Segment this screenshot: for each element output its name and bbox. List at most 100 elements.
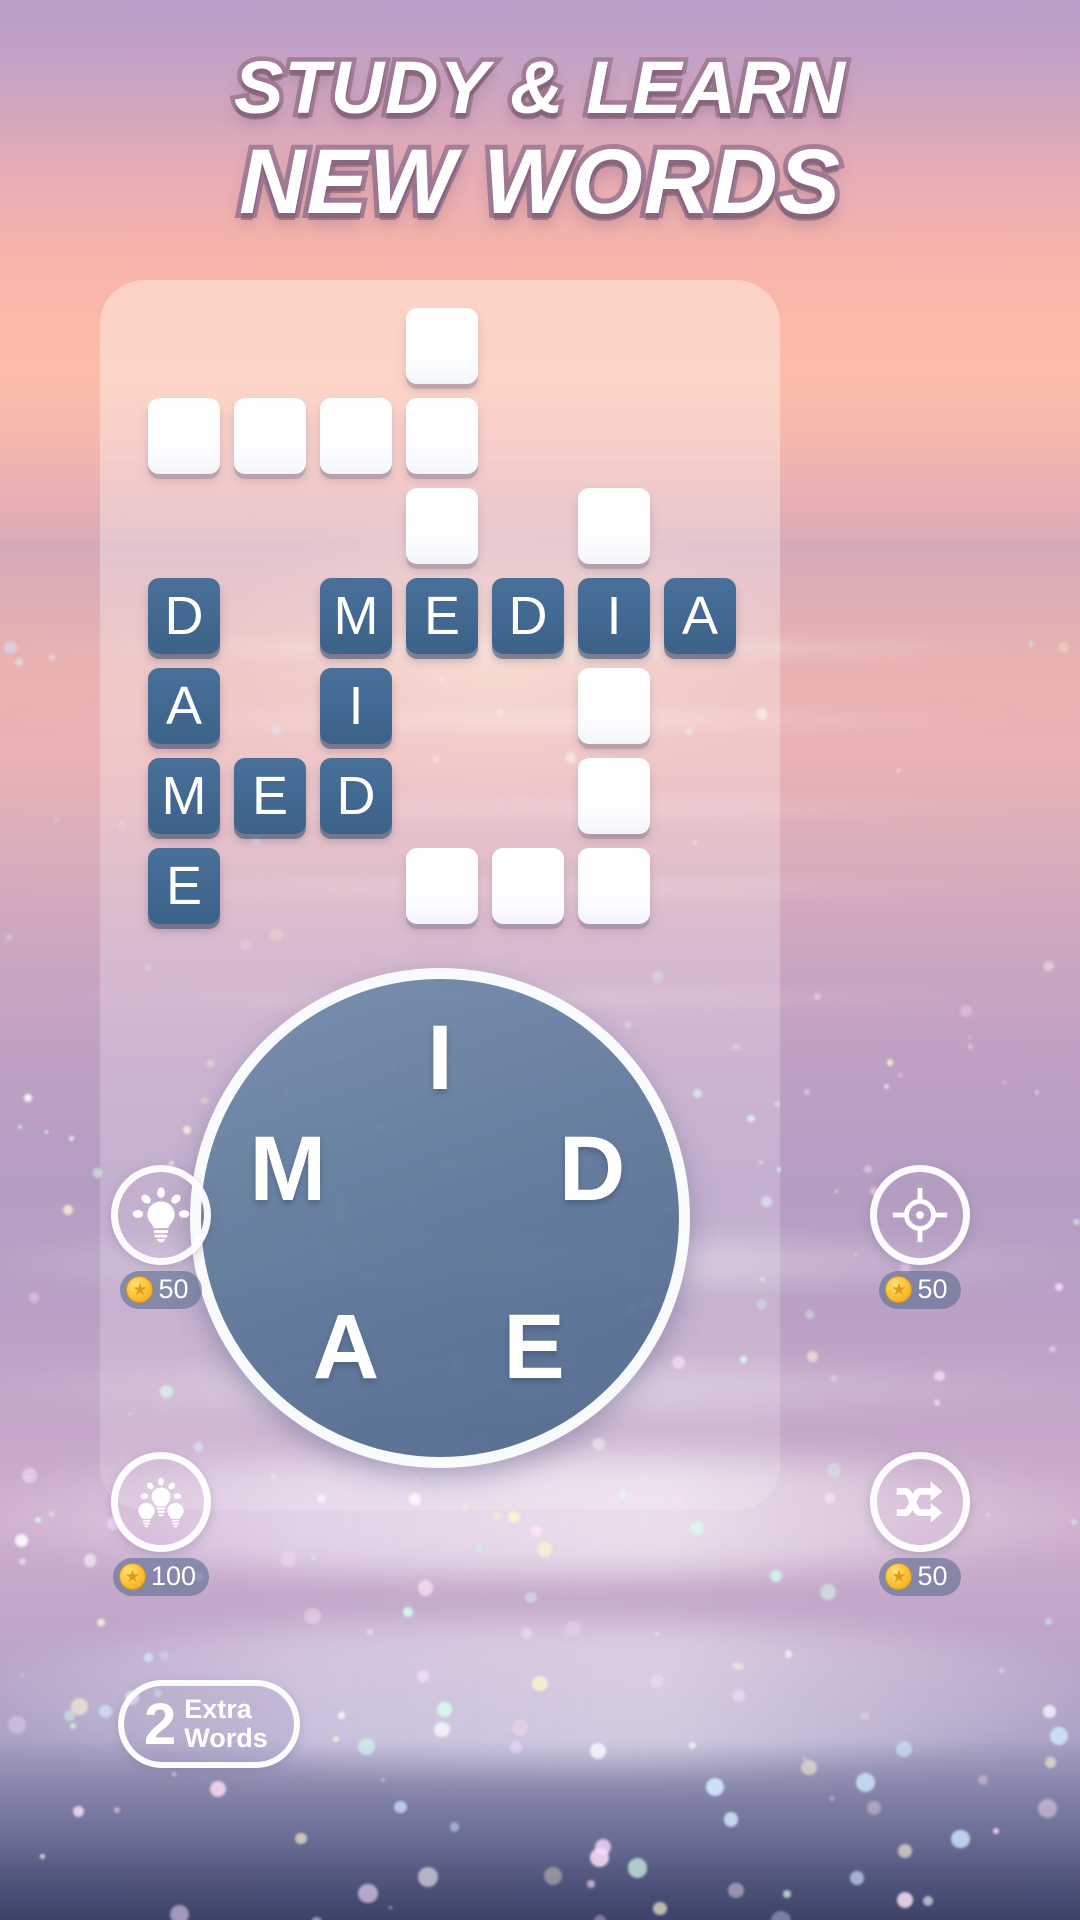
sparkle xyxy=(595,1839,611,1855)
sparkle xyxy=(806,1350,818,1363)
sparkle xyxy=(416,1669,430,1682)
sparkle xyxy=(45,1130,49,1134)
sparkle xyxy=(590,1743,606,1760)
grid-tile-filled: D xyxy=(148,578,220,654)
sparkle xyxy=(1028,641,1034,648)
grid-tile-empty xyxy=(578,758,650,834)
sparkle xyxy=(1045,1757,1056,1768)
sparkle xyxy=(649,1673,665,1688)
sparkle xyxy=(1042,960,1054,972)
sparkle xyxy=(5,934,13,941)
sparkle xyxy=(97,1618,105,1626)
headline-line-1: STUDY & LEARN xyxy=(230,43,850,132)
sparkle xyxy=(8,1716,26,1734)
hint-multi-bulb-button[interactable]: ★ 100 xyxy=(86,1452,236,1597)
grid-tile-filled: E xyxy=(148,848,220,924)
sparkle xyxy=(1058,642,1069,653)
sparkle xyxy=(434,1721,450,1738)
wheel-letter[interactable]: A xyxy=(313,1301,379,1393)
sparkle xyxy=(34,1517,41,1524)
sparkle xyxy=(98,1705,112,1719)
sparkle xyxy=(803,1088,810,1095)
wheel-letter[interactable]: I xyxy=(427,1012,453,1104)
sparkle xyxy=(381,1778,385,1783)
grid-tile-filled: I xyxy=(578,578,650,654)
sparkle xyxy=(294,1832,307,1845)
sparkle xyxy=(1073,1218,1080,1226)
hint-cost-badge: ★ 50 xyxy=(120,1271,202,1310)
coin-icon: ★ xyxy=(126,1276,154,1304)
sparkle xyxy=(883,1084,889,1089)
hint-cost-value: 100 xyxy=(150,1561,197,1591)
grid-tile-empty xyxy=(406,848,478,924)
grid-tile-empty xyxy=(578,488,650,564)
sparkle xyxy=(820,1584,837,1600)
sparkle xyxy=(731,1662,739,1670)
hint-cost-value: 50 xyxy=(917,1561,948,1591)
hint-shuffle-button[interactable]: ★ 50 xyxy=(845,1452,995,1597)
wheel-letter[interactable]: E xyxy=(503,1301,564,1393)
sparkle xyxy=(886,1059,893,1066)
sparkle xyxy=(1042,1705,1056,1718)
sparkle xyxy=(19,1672,25,1678)
grid-tile-empty xyxy=(406,398,478,474)
sparkle xyxy=(1037,1799,1057,1819)
sparkle xyxy=(280,1551,297,1567)
wheel-letter[interactable]: M xyxy=(250,1123,327,1215)
sparkle xyxy=(861,1712,870,1720)
sparkle xyxy=(160,1652,169,1661)
sparkle xyxy=(827,1463,841,1477)
letter-wheel[interactable]: I DE AM xyxy=(190,968,690,1468)
grid-tile-filled: E xyxy=(406,578,478,654)
sparkle xyxy=(628,1858,648,1878)
sparkle xyxy=(450,1822,460,1832)
sparkle xyxy=(15,1534,29,1548)
sparkle xyxy=(565,1620,581,1637)
sparkle xyxy=(169,1904,189,1920)
grid-tile-filled: A xyxy=(664,578,736,654)
sparkle xyxy=(922,1895,933,1907)
sparkle xyxy=(769,1569,783,1582)
extra-words-count: 2 xyxy=(144,1691,177,1757)
sparkle xyxy=(723,1812,739,1827)
sparkle xyxy=(784,1650,793,1658)
sparkle xyxy=(437,1701,452,1717)
sparkle xyxy=(417,1580,434,1596)
hint-cost-badge: ★ 100 xyxy=(112,1558,210,1597)
sparkle xyxy=(1049,1345,1056,1353)
grid-tile-empty xyxy=(406,308,478,384)
sparkle xyxy=(4,641,17,654)
sparkle xyxy=(951,1829,970,1849)
grid-tile-filled: E xyxy=(234,758,306,834)
sparkle xyxy=(113,1807,120,1813)
target-icon xyxy=(870,1165,970,1265)
extra-words-badge[interactable]: 2 Extra Words xyxy=(118,1680,300,1769)
coin-icon: ★ xyxy=(885,1276,913,1304)
sparkle xyxy=(849,1871,864,1885)
sparkle xyxy=(897,1072,904,1078)
sparkle xyxy=(728,1882,744,1899)
grid-tile-empty xyxy=(148,398,220,474)
sparkle xyxy=(25,1475,29,1480)
sparkle xyxy=(897,1843,913,1859)
sparkle xyxy=(333,1735,340,1742)
hint-target-button[interactable]: ★ 50 xyxy=(845,1165,995,1310)
sparkle xyxy=(732,1689,745,1702)
sparkle xyxy=(855,1773,875,1793)
sparkle xyxy=(532,1675,548,1691)
hint-bulb-button[interactable]: ★ 50 xyxy=(86,1165,236,1310)
sparkle xyxy=(22,1468,37,1483)
sparkle xyxy=(521,1627,532,1639)
sparkle xyxy=(64,1709,76,1721)
extra-words-label-line2: Words xyxy=(184,1723,268,1754)
sparkle xyxy=(209,1780,226,1797)
hint-cost-value: 50 xyxy=(917,1274,948,1304)
sparkle xyxy=(933,1370,945,1382)
sparkle xyxy=(304,1608,321,1625)
coin-icon: ★ xyxy=(118,1563,146,1591)
sparkle xyxy=(28,1292,40,1303)
sparkle xyxy=(830,1375,838,1383)
hint-cost-badge: ★ 50 xyxy=(879,1271,961,1310)
wheel-letter[interactable]: D xyxy=(559,1123,625,1215)
sparkle xyxy=(536,1542,552,1557)
